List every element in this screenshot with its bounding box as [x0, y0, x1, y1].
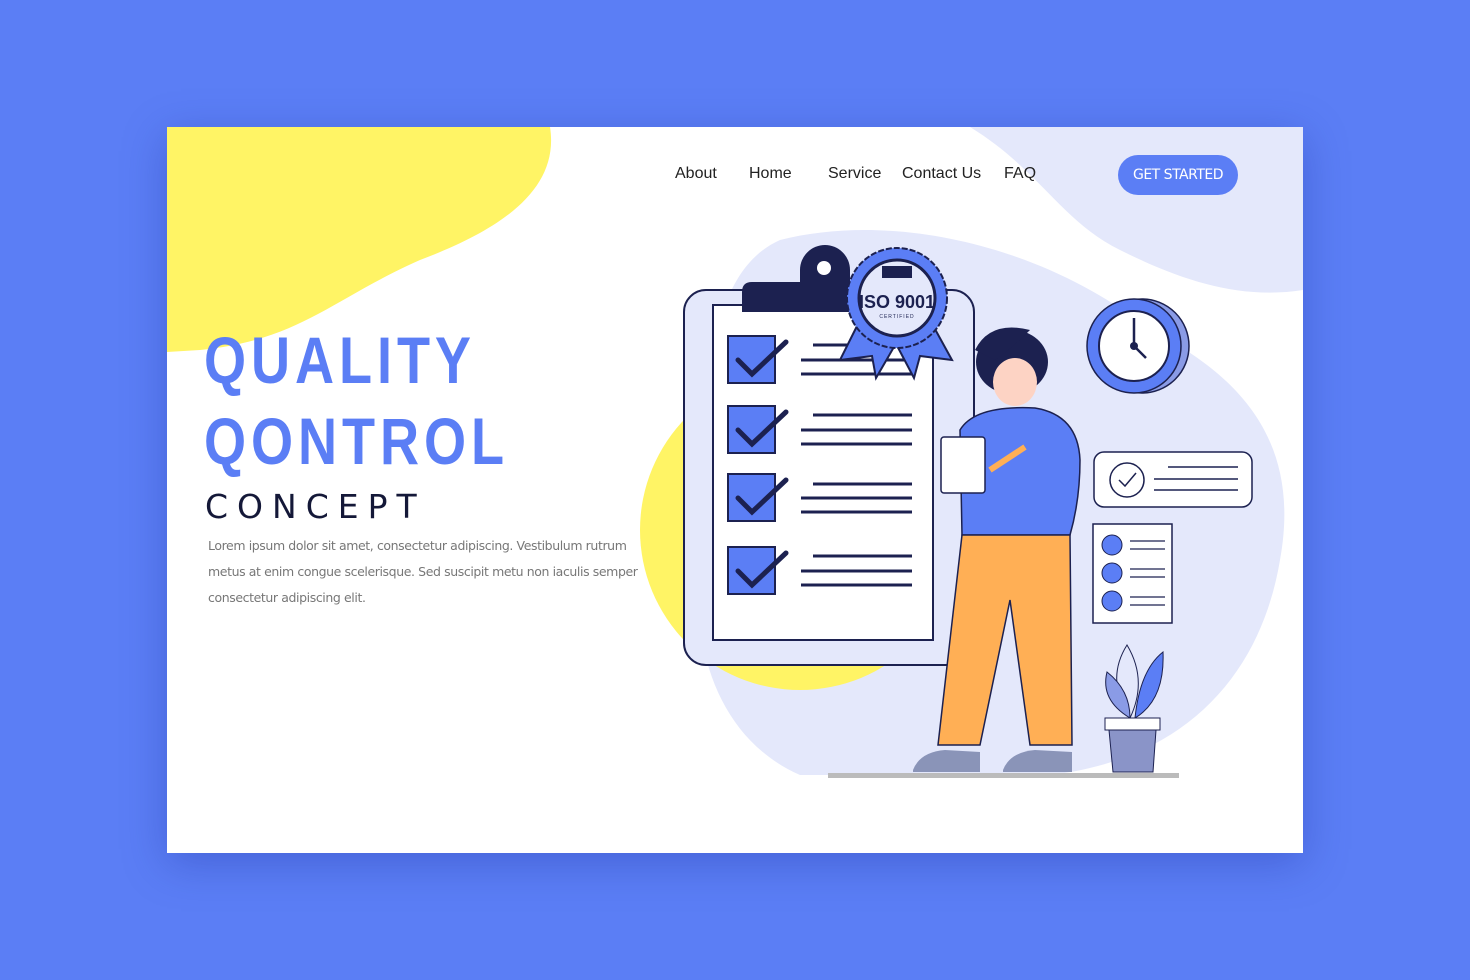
hero-body: Lorem ipsum dolor sit amet, consectetur … — [208, 538, 638, 605]
hero-title-line2: QONTROL — [204, 404, 510, 478]
yellow-blob — [167, 127, 552, 352]
nav-service[interactable]: Service — [828, 165, 881, 183]
check-card-icon — [1093, 451, 1253, 508]
clock-icon — [1086, 298, 1190, 394]
nav-about[interactable]: About — [675, 165, 717, 183]
nav-faq[interactable]: FAQ — [1004, 165, 1036, 183]
hero-title-line1: QUALITY — [204, 323, 476, 397]
badge-caption: CERTIFIED — [879, 314, 914, 320]
floor-line — [828, 773, 1179, 778]
nav-contact-us[interactable]: Contact Us — [902, 165, 981, 183]
nav-home[interactable]: Home — [749, 165, 792, 183]
checklist-icon — [1092, 523, 1173, 624]
hero-subtitle: CONCEPT — [205, 487, 426, 526]
landing-card: ISO 9001 CERTIFIED About Home Service Co… — [167, 127, 1303, 853]
badge-title: ISO 9001 — [859, 292, 935, 312]
get-started-button[interactable]: GET STARTED — [1118, 155, 1238, 195]
